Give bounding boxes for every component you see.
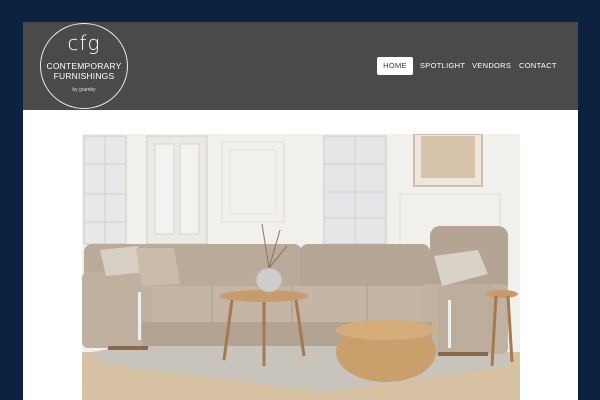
logo-mark: cfg (67, 31, 101, 55)
logo-subtitle: by gramby (72, 87, 96, 93)
hero-image (82, 134, 520, 400)
nav-vendors[interactable]: VENDORS (472, 57, 511, 75)
site-container: cfg CONTEMPORARY FURNISHINGS by gramby H… (23, 22, 578, 400)
nav-spotlight[interactable]: SPOTLIGHT (420, 57, 465, 75)
main-navigation: HOME SPOTLIGHT VENDORS CONTACT (23, 57, 578, 75)
nav-contact[interactable]: CONTACT (519, 57, 556, 75)
nav-home[interactable]: HOME (377, 57, 413, 75)
sectional-sofa-photo (82, 134, 520, 400)
site-header: cfg CONTEMPORARY FURNISHINGS by gramby H… (23, 22, 578, 110)
